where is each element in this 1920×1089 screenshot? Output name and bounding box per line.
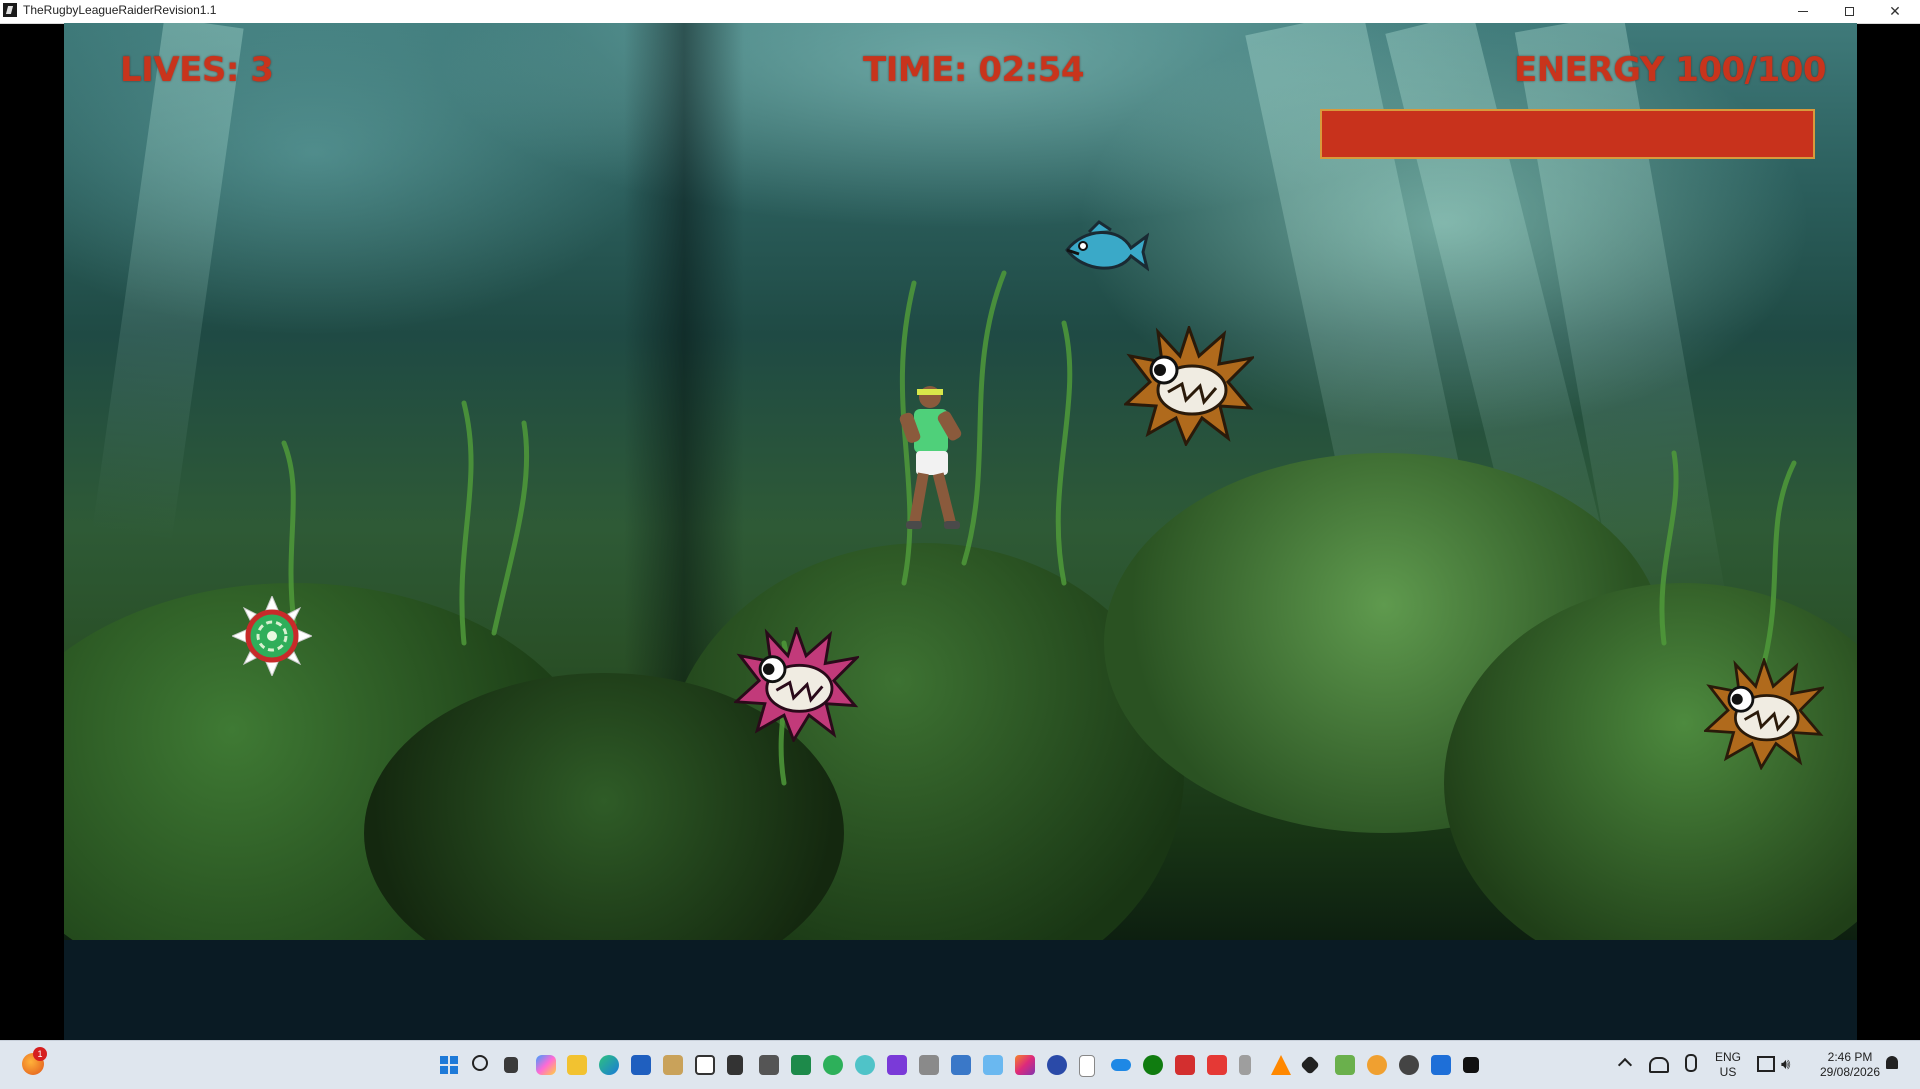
app-icon[interactable] — [1399, 1055, 1419, 1075]
app-icon[interactable] — [1239, 1055, 1251, 1075]
app-icon[interactable] — [855, 1055, 875, 1075]
energy-label: ENERGY 100/100 — [1514, 50, 1827, 90]
minimize-icon — [1798, 11, 1808, 12]
store-icon[interactable] — [631, 1055, 651, 1075]
lives-counter: LIVES: 3 — [120, 50, 274, 90]
notification-badge: 1 — [33, 1047, 47, 1061]
close-icon: ✕ — [1889, 3, 1901, 20]
maximize-icon — [1844, 7, 1854, 16]
window-titlebar: TheRugbyLeagueRaiderRevision1.1 ✕ — [0, 0, 1920, 24]
maximize-button[interactable] — [1826, 0, 1872, 23]
energy-bar — [1320, 109, 1815, 159]
minimize-button[interactable] — [1780, 0, 1826, 23]
app-icon[interactable] — [1367, 1055, 1387, 1075]
app-icon[interactable] — [919, 1055, 939, 1075]
language-indicator[interactable]: ENG US — [1712, 1050, 1744, 1080]
app-icon[interactable] — [727, 1055, 743, 1075]
window-title: TheRugbyLeagueRaiderRevision1.1 — [23, 3, 217, 17]
xbox-icon[interactable] — [1143, 1055, 1163, 1075]
app-icon[interactable] — [1335, 1055, 1355, 1075]
pufferfish-enemy — [1704, 658, 1824, 770]
app-icon[interactable] — [1207, 1055, 1227, 1075]
volume-icon[interactable]: 🔊︎ — [1781, 1055, 1790, 1073]
app-icon[interactable] — [823, 1055, 843, 1075]
game-window-icon[interactable] — [1463, 1057, 1479, 1073]
app-icon — [3, 3, 17, 17]
app-icon[interactable] — [1431, 1055, 1451, 1075]
bell-icon[interactable] — [1886, 1056, 1898, 1069]
app-icon[interactable] — [663, 1055, 683, 1075]
display-icon[interactable] — [1757, 1056, 1775, 1072]
camera-icon[interactable] — [759, 1055, 779, 1075]
language-code: ENG — [1714, 1050, 1741, 1064]
blue-fish-enemy — [1065, 220, 1149, 272]
time-counter: TIME: 02:54 — [863, 50, 1085, 90]
player-rugby-raider — [899, 386, 962, 529]
onedrive-icon[interactable] — [1111, 1059, 1131, 1071]
energy-bar-fill — [1322, 111, 1813, 157]
app-icon[interactable] — [983, 1055, 1003, 1075]
chevron-up-icon[interactable] — [1617, 1057, 1633, 1073]
search-icon[interactable] — [472, 1055, 488, 1071]
app-icon[interactable] — [1047, 1055, 1067, 1075]
file-explorer-icon[interactable] — [567, 1055, 587, 1075]
app-icon[interactable] — [791, 1055, 811, 1075]
copilot-icon[interactable] — [536, 1055, 556, 1075]
sea-mine-pickup — [232, 596, 312, 676]
close-button[interactable]: ✕ — [1872, 0, 1918, 23]
app-icon[interactable] — [1300, 1055, 1320, 1075]
app-icon[interactable] — [951, 1055, 971, 1075]
keyboard-layout: US — [1719, 1065, 1737, 1079]
app-icon[interactable] — [1015, 1055, 1035, 1075]
network-off-icon[interactable] — [1649, 1057, 1669, 1073]
vlc-icon[interactable] — [1271, 1055, 1291, 1075]
app-icon[interactable] — [887, 1055, 907, 1075]
edge-icon[interactable] — [599, 1055, 619, 1075]
app-icon[interactable] — [1175, 1055, 1195, 1075]
start-icon[interactable] — [440, 1056, 458, 1074]
seabed-dark-band — [64, 940, 1857, 1040]
task-view-icon[interactable] — [504, 1057, 518, 1073]
pufferfish-enemy — [734, 627, 859, 742]
clock[interactable]: 2:46 PM 29/08/2026 — [1815, 1050, 1885, 1080]
clock-date: 29/08/2026 — [1819, 1065, 1881, 1079]
clock-time: 2:46 PM — [1827, 1050, 1873, 1064]
app-icon[interactable] — [695, 1055, 715, 1075]
app-icon[interactable] — [1079, 1055, 1095, 1077]
taskbar: ENG US 🔊︎ 2:46 PM 29/08/2026 — [0, 1040, 1920, 1089]
microphone-icon[interactable] — [1685, 1054, 1697, 1072]
game-viewport[interactable]: LIVES: 3 TIME: 02:54 ENERGY 100/100 — [64, 23, 1857, 1040]
pufferfish-enemy — [1124, 326, 1254, 446]
